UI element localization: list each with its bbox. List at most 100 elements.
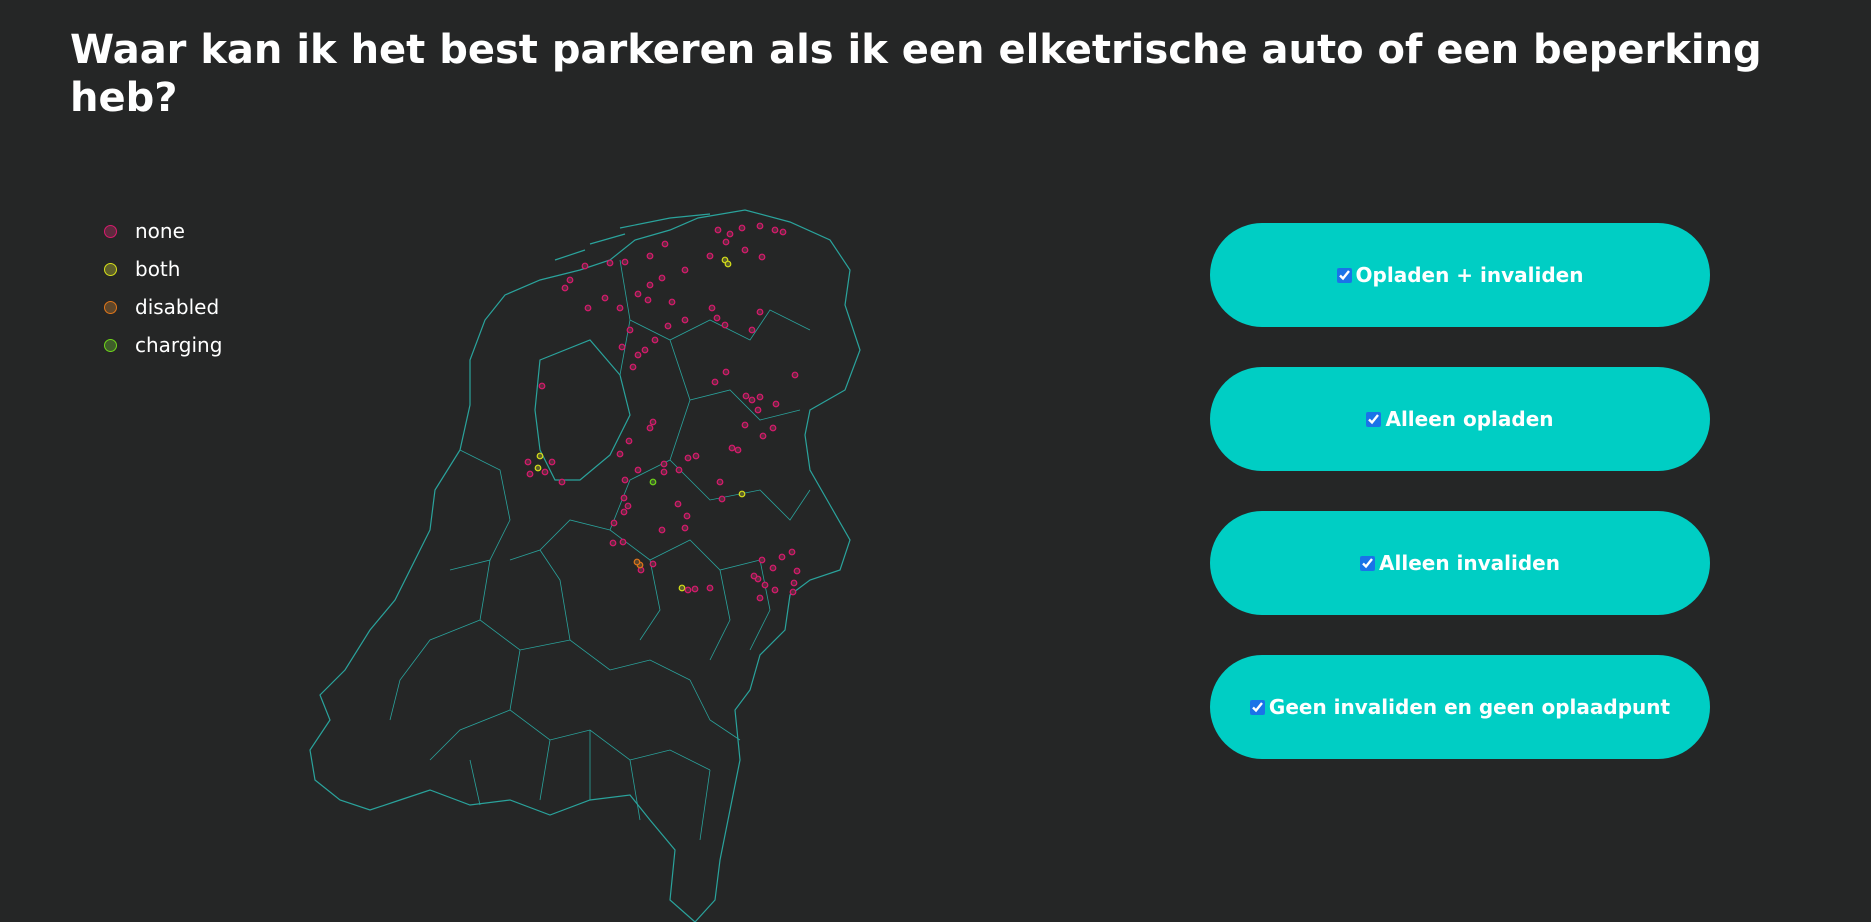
- map-point-none[interactable]: [674, 500, 682, 508]
- map-point-none[interactable]: [641, 346, 649, 354]
- map-point-none[interactable]: [681, 316, 689, 324]
- map-point-both[interactable]: [678, 584, 686, 592]
- map-point-none[interactable]: [779, 228, 787, 236]
- map-point-none[interactable]: [606, 259, 614, 267]
- map-point-none[interactable]: [718, 495, 726, 503]
- map-point-none[interactable]: [713, 314, 721, 322]
- map-point-none[interactable]: [581, 262, 589, 270]
- map-point-none[interactable]: [772, 400, 780, 408]
- map-point-none[interactable]: [644, 296, 652, 304]
- map-point-none[interactable]: [524, 458, 532, 466]
- map-point-none[interactable]: [706, 252, 714, 260]
- map-point-none[interactable]: [738, 224, 746, 232]
- map-point-none[interactable]: [625, 437, 633, 445]
- map-point-none[interactable]: [769, 424, 777, 432]
- map-point-none[interactable]: [649, 560, 657, 568]
- map-point-none[interactable]: [691, 585, 699, 593]
- map-point-none[interactable]: [646, 281, 654, 289]
- map-point-none[interactable]: [620, 494, 628, 502]
- map-point-none[interactable]: [769, 564, 777, 572]
- map-point-none[interactable]: [661, 240, 669, 248]
- map-point-none[interactable]: [664, 322, 672, 330]
- map-point-none[interactable]: [788, 548, 796, 556]
- map-point-none[interactable]: [714, 226, 722, 234]
- map-point-none[interactable]: [790, 579, 798, 587]
- map-point-none[interactable]: [711, 378, 719, 386]
- map-point-none[interactable]: [716, 478, 724, 486]
- filter-alleen-invaliden-checkbox[interactable]: [1360, 555, 1375, 571]
- map-point-none[interactable]: [741, 246, 749, 254]
- map-point-none[interactable]: [584, 304, 592, 312]
- map-point-none[interactable]: [610, 519, 618, 527]
- map-point-none[interactable]: [722, 368, 730, 376]
- map-point-none[interactable]: [620, 508, 628, 516]
- map-point-none[interactable]: [758, 253, 766, 261]
- filter-opladen-invaliden-button[interactable]: Opladen + invaliden: [1210, 223, 1710, 327]
- map-point-none[interactable]: [634, 351, 642, 359]
- map-point-disabled[interactable]: [633, 558, 641, 566]
- map-point-none[interactable]: [684, 454, 692, 462]
- map-point-none[interactable]: [721, 321, 729, 329]
- map-point-none[interactable]: [651, 336, 659, 344]
- map-point-none[interactable]: [566, 276, 574, 284]
- map-point-none[interactable]: [756, 393, 764, 401]
- map-point-none[interactable]: [684, 586, 692, 594]
- map-point-none[interactable]: [649, 418, 657, 426]
- map-point-none[interactable]: [646, 252, 654, 260]
- map-point-none[interactable]: [658, 526, 666, 534]
- map-point-none[interactable]: [616, 450, 624, 458]
- map-point-none[interactable]: [748, 396, 756, 404]
- map-point-none[interactable]: [681, 524, 689, 532]
- map-point-both[interactable]: [724, 260, 732, 268]
- map-point-none[interactable]: [601, 294, 609, 302]
- map-point-both[interactable]: [738, 490, 746, 498]
- map-point-none[interactable]: [626, 326, 634, 334]
- map-point-none[interactable]: [548, 458, 556, 466]
- map-point-none[interactable]: [558, 478, 566, 486]
- map-point-none[interactable]: [726, 230, 734, 238]
- map-point-none[interactable]: [754, 406, 762, 414]
- map-point-none[interactable]: [706, 584, 714, 592]
- filter-geen-invaliden-checkbox[interactable]: [1249, 699, 1265, 715]
- map-point-none[interactable]: [756, 222, 764, 230]
- filter-geen-invaliden-button[interactable]: Geen invaliden en geen oplaadpunt: [1210, 655, 1710, 759]
- map-point-none[interactable]: [668, 298, 676, 306]
- map-point-none[interactable]: [778, 553, 786, 561]
- map-point-none[interactable]: [759, 432, 767, 440]
- map-point-both[interactable]: [534, 464, 542, 472]
- map-point-none[interactable]: [619, 538, 627, 546]
- map-point-none[interactable]: [660, 468, 668, 476]
- map-point-none[interactable]: [681, 266, 689, 274]
- map-point-none[interactable]: [758, 556, 766, 564]
- map-point-none[interactable]: [634, 466, 642, 474]
- map-point-none[interactable]: [756, 594, 764, 602]
- map-point-none[interactable]: [748, 326, 756, 334]
- map-point-none[interactable]: [734, 446, 742, 454]
- filter-alleen-invaliden-button[interactable]: Alleen invaliden: [1210, 511, 1710, 615]
- map-point-none[interactable]: [561, 284, 569, 292]
- map-point-none[interactable]: [793, 567, 801, 575]
- map-point-none[interactable]: [741, 421, 749, 429]
- map-point-none[interactable]: [708, 304, 716, 312]
- map-point-none[interactable]: [634, 290, 642, 298]
- map-point-none[interactable]: [675, 466, 683, 474]
- map-point-none[interactable]: [692, 452, 700, 460]
- map-point-none[interactable]: [629, 363, 637, 371]
- filter-opladen-invaliden-checkbox[interactable]: [1336, 267, 1352, 283]
- map-point-none[interactable]: [621, 476, 629, 484]
- map-point-charging[interactable]: [649, 478, 657, 486]
- map-point-none[interactable]: [616, 304, 624, 312]
- map-point-none[interactable]: [621, 258, 629, 266]
- filter-alleen-opladen-checkbox[interactable]: [1366, 411, 1382, 427]
- map-point-none[interactable]: [624, 502, 632, 510]
- map-point-none[interactable]: [771, 226, 779, 234]
- map-point-none[interactable]: [742, 392, 750, 400]
- map-point-none[interactable]: [722, 238, 730, 246]
- map-point-none[interactable]: [789, 588, 797, 596]
- map-point-none[interactable]: [526, 470, 534, 478]
- map-point-none[interactable]: [609, 539, 617, 547]
- map-point-none[interactable]: [646, 424, 654, 432]
- map-point-none[interactable]: [771, 586, 779, 594]
- filter-alleen-opladen-button[interactable]: Alleen opladen: [1210, 367, 1710, 471]
- map-point-none[interactable]: [761, 581, 769, 589]
